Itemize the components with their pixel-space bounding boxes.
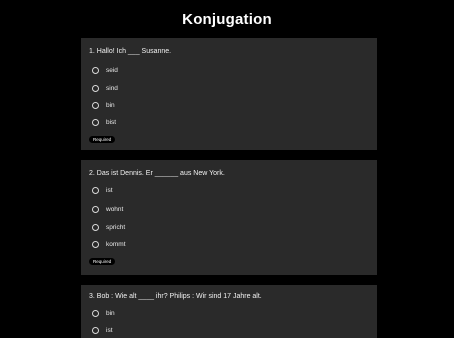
radio-button[interactable]	[92, 67, 99, 74]
question-text: 3. Bob : Wie alt ____ ihr? Philips : Wir…	[89, 293, 262, 300]
option-label: bin	[106, 310, 115, 317]
radio-button[interactable]	[92, 241, 99, 248]
option-bist[interactable]: bist	[92, 119, 116, 126]
question-text: 1. Hallo! Ich ___ Susanne.	[89, 48, 172, 55]
question-card-2: 2. Das ist Dennis. Er ______ aus New Yor…	[81, 160, 377, 275]
option-label: ist	[106, 327, 113, 334]
question-card-3: 3. Bob : Wie alt ____ ihr? Philips : Wir…	[81, 285, 377, 338]
option-label: sind	[106, 85, 118, 92]
question-card-1: 1. Hallo! Ich ___ Susanne. seid sind bin…	[81, 38, 377, 150]
option-label: kommt	[106, 241, 126, 248]
option-seid[interactable]: seid	[92, 67, 118, 74]
option-label: spricht	[106, 224, 126, 231]
radio-button[interactable]	[92, 327, 99, 334]
option-bin[interactable]: bin	[92, 310, 115, 317]
option-bin[interactable]: bin	[92, 102, 115, 109]
option-wohnt[interactable]: wohnt	[92, 206, 123, 213]
page-title: Konjugation	[182, 11, 272, 28]
option-label: wohnt	[106, 206, 124, 213]
option-label: bin	[106, 102, 115, 109]
required-badge: Required	[89, 136, 116, 143]
option-label: bist	[106, 119, 117, 126]
radio-button[interactable]	[92, 310, 99, 317]
radio-button[interactable]	[92, 224, 99, 231]
radio-button[interactable]	[92, 85, 99, 92]
required-badge: Required	[89, 258, 116, 265]
radio-button[interactable]	[92, 187, 99, 194]
option-sind[interactable]: sind	[92, 85, 118, 92]
option-ist[interactable]: ist	[92, 187, 113, 194]
option-spricht[interactable]: spricht	[92, 224, 125, 231]
radio-button[interactable]	[92, 102, 99, 109]
option-label: ist	[106, 187, 113, 194]
radio-button[interactable]	[92, 119, 99, 126]
radio-button[interactable]	[92, 206, 99, 213]
question-text: 2. Das ist Dennis. Er ______ aus New Yor…	[89, 170, 225, 177]
option-ist[interactable]: ist	[92, 327, 113, 334]
option-kommt[interactable]: kommt	[92, 241, 126, 248]
option-label: seid	[106, 67, 118, 74]
